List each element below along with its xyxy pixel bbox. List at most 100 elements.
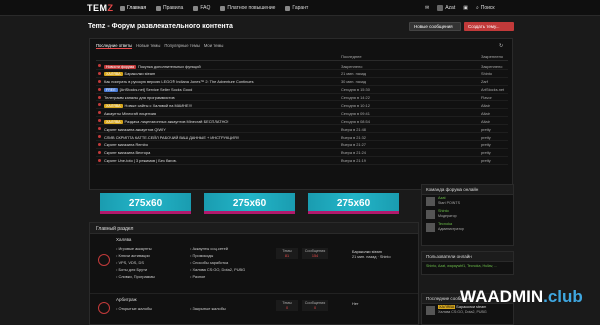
subforum-link[interactable]: Игровые аккаунты xyxy=(116,245,155,252)
topic-title[interactable]: Скрипт магазина Вехтора xyxy=(104,150,150,155)
topic-prefix: ХАЛЯВА xyxy=(104,119,123,124)
new-messages-button[interactable]: Новые сообщения xyxy=(409,22,461,31)
inbox-icon[interactable]: ▣ xyxy=(463,5,468,11)
topic-title[interactable]: ХАЛЯВА Раздача лицензионных аккаунтов Min… xyxy=(104,119,229,124)
topic-title[interactable]: Новости форума Покупка дополнительных фун… xyxy=(104,64,201,69)
stat-topics: Темы 0 xyxy=(276,300,298,311)
topic-user[interactable]: pretty xyxy=(481,135,491,140)
table-row[interactable]: ХАЛЯВА Бараколки steam 21 мин. назад Shinto xyxy=(96,70,508,78)
ad-banner[interactable]: 275x60 xyxy=(100,193,191,213)
tab-new-topics[interactable]: Новые темы xyxy=(136,43,160,49)
unread-marker-icon xyxy=(98,111,101,115)
subforum-link[interactable]: Закрытые жалобы xyxy=(190,305,225,312)
topic-user[interactable]: ArtStocks.net xyxy=(481,87,504,92)
search-icon: ⌕ xyxy=(475,5,479,11)
topic-user[interactable]: pretty xyxy=(481,158,491,163)
unread-marker-icon xyxy=(98,135,101,139)
table-row[interactable]: Телеграмм каналы для программистов Сегодн… xyxy=(96,94,508,102)
table-row[interactable]: СЛИВ СКРИПТА КАТТЕ.СЕЙЛ РАБОЧИЙ ВАШ ДАНН… xyxy=(96,133,508,141)
create-topic-button[interactable]: Создать тему... xyxy=(464,22,514,31)
unread-marker-icon xyxy=(98,150,101,154)
table-row[interactable]: Скрипт Une-toto | 3 режимов | Без багов.… xyxy=(96,157,508,165)
team-member[interactable]: Azat Start POINTS xyxy=(422,195,513,208)
forum-scales-icon xyxy=(98,302,110,314)
main-section: Главный раздел Халява Игровые аккаунты К… xyxy=(89,222,419,325)
tab-popular-topics[interactable]: Популярные темы xyxy=(164,43,200,49)
nav-home[interactable]: Главная xyxy=(120,5,146,11)
topic-title[interactable]: ХАЛЯВА Новые сайты с Халявой на МАИНЕ!!! xyxy=(104,103,192,108)
topic-title[interactable]: Скрипт магазина аккаунтов QIWIY xyxy=(104,127,166,132)
topic-title[interactable]: Скрипт магазина Rembo xyxy=(104,142,148,147)
topic-title[interactable]: Как поиграть в русскую версию LEGO® Indi… xyxy=(104,79,254,84)
nav-faq[interactable]: FAQ xyxy=(193,5,210,11)
topic-user[interactable]: pretty xyxy=(481,150,491,155)
subforum-link[interactable]: VPS, VDS, DS xyxy=(116,259,155,266)
topic-title[interactable]: СЛИВ СКРИПТА КАТТЕ.СЕЙЛ РАБОЧИЙ ВАШ ДАНН… xyxy=(104,135,239,140)
refresh-icon[interactable]: ↻ xyxy=(499,43,504,49)
topic-user[interactable]: pretty xyxy=(481,142,491,147)
team-member[interactable]: Shinto Модератор xyxy=(422,208,513,221)
subforum-link[interactable]: Аккаунты соц.сетей xyxy=(190,245,245,252)
topic-title[interactable]: Скрипт Une-toto | 3 режимов | Без багов. xyxy=(104,158,177,163)
subforum-link[interactable]: Промокоды xyxy=(190,252,245,259)
topic-user[interactable]: Altair xyxy=(481,103,490,108)
tab-my-topics[interactable]: Мои темы xyxy=(204,43,223,49)
unread-marker-icon xyxy=(98,79,101,83)
subforum-link[interactable]: Ключи активации xyxy=(116,252,155,259)
ad-strip xyxy=(308,211,399,214)
nav-paid-promo[interactable]: Платное повышение xyxy=(220,5,275,11)
watermark: WAADMIN.club xyxy=(460,287,583,306)
forum-arbitration[interactable]: Арбитраж Открытые жалобы Закрытые жалобы… xyxy=(90,294,418,324)
topic-date: Вчера в 21:24 xyxy=(341,150,366,156)
forum-name[interactable]: Халява xyxy=(116,237,131,242)
search-button[interactable]: ⌕ Поиск xyxy=(476,5,495,11)
table-row[interactable]: Скрипт магазина аккаунтов QIWIY Вчера в 2… xyxy=(96,125,508,134)
subforum-link[interactable]: Разное xyxy=(190,273,245,280)
page-header: Temz - Форум развлекательного контента Н… xyxy=(88,22,514,34)
topic-user[interactable]: Закреплено xyxy=(481,64,502,69)
topic-date: Вчера в 21:27 xyxy=(341,142,366,148)
subforum-link[interactable]: Халява CS:GO, Dota2, PUBG xyxy=(190,266,245,273)
forum-name[interactable]: Арбитраж xyxy=(116,297,137,302)
table-row[interactable]: Новости форума Покупка дополнительных фун… xyxy=(96,62,508,70)
topic-user[interactable]: Altair xyxy=(481,111,490,116)
forum-freebies[interactable]: Халява Игровые аккаунты Ключи активации … xyxy=(90,234,418,294)
subforum-link[interactable]: Сливки, Программы xyxy=(116,273,154,280)
topic-user[interactable]: Flavor xyxy=(481,95,492,100)
table-row[interactable]: ХАЛЯВА Раздача лицензионных аккаунтов Min… xyxy=(96,117,508,126)
stat-messages: Сообщения 154 xyxy=(302,248,328,259)
subforum-link[interactable]: Способы заработка xyxy=(190,259,245,266)
topic-prefix: FREE xyxy=(104,88,118,93)
subforum-link[interactable]: Боты для Брути xyxy=(116,266,155,273)
online-members[interactable]: Shinto, Azat, wapaywhf1, Tecnoka, Hullav… xyxy=(422,262,513,271)
site-logo[interactable]: TEMZ xyxy=(87,3,114,13)
topic-user[interactable]: Shinto xyxy=(481,71,492,76)
last-post[interactable]: Бараколки steam 21 мин. назад · Shinto xyxy=(352,250,391,260)
topic-user[interactable]: pretty xyxy=(481,127,491,132)
nav-guarantor[interactable]: Гарант xyxy=(285,5,308,11)
table-row[interactable]: Аккаунты Minecraft лицензия Сегодня в 09:… xyxy=(96,109,508,118)
nav-rules[interactable]: Правила xyxy=(156,5,183,11)
col-pinned: Закреплено xyxy=(481,54,503,59)
topic-title[interactable]: Аккаунты Minecraft лицензия xyxy=(104,111,156,116)
ad-banner[interactable]: 275x60 xyxy=(204,193,295,213)
table-row[interactable]: Как поиграть в русскую версию LEGO® Indi… xyxy=(96,78,508,86)
subforum-link[interactable]: Открытые жалобы xyxy=(116,305,152,312)
user-menu[interactable]: Azat xyxy=(437,5,455,11)
topic-user[interactable]: Altair xyxy=(481,119,490,124)
table-row[interactable]: Скрипт магазина Вехтора Вчера в 21:24 pret… xyxy=(96,149,508,157)
topic-title[interactable]: FREE [ArtStocks.net] Service Seller Socks… xyxy=(104,87,192,93)
table-row[interactable]: ХАЛЯВА Новые сайты с Халявой на МАИНЕ!!! С… xyxy=(96,101,508,110)
ad-strip xyxy=(204,211,295,214)
ad-banner[interactable]: 275x60 xyxy=(308,193,399,213)
topic-title[interactable]: ХАЛЯВА Бараколки steam xyxy=(104,71,155,77)
topic-user[interactable]: Zarf xyxy=(481,79,488,84)
table-row[interactable]: Скрипт магазина Rembo Вчера в 21:27 pretty xyxy=(96,141,508,149)
alerts-icon[interactable]: ✉ xyxy=(425,5,429,11)
team-member[interactable]: Tecnoka Администратор xyxy=(422,221,513,234)
table-row[interactable]: FREE [ArtStocks.net] Service Seller Socks… xyxy=(96,86,508,94)
tab-last-replies[interactable]: Последние ответы xyxy=(96,43,133,49)
topic-title[interactable]: Телеграмм каналы для программистов xyxy=(104,95,175,100)
book-icon xyxy=(156,5,162,11)
unread-marker-icon xyxy=(98,127,101,131)
